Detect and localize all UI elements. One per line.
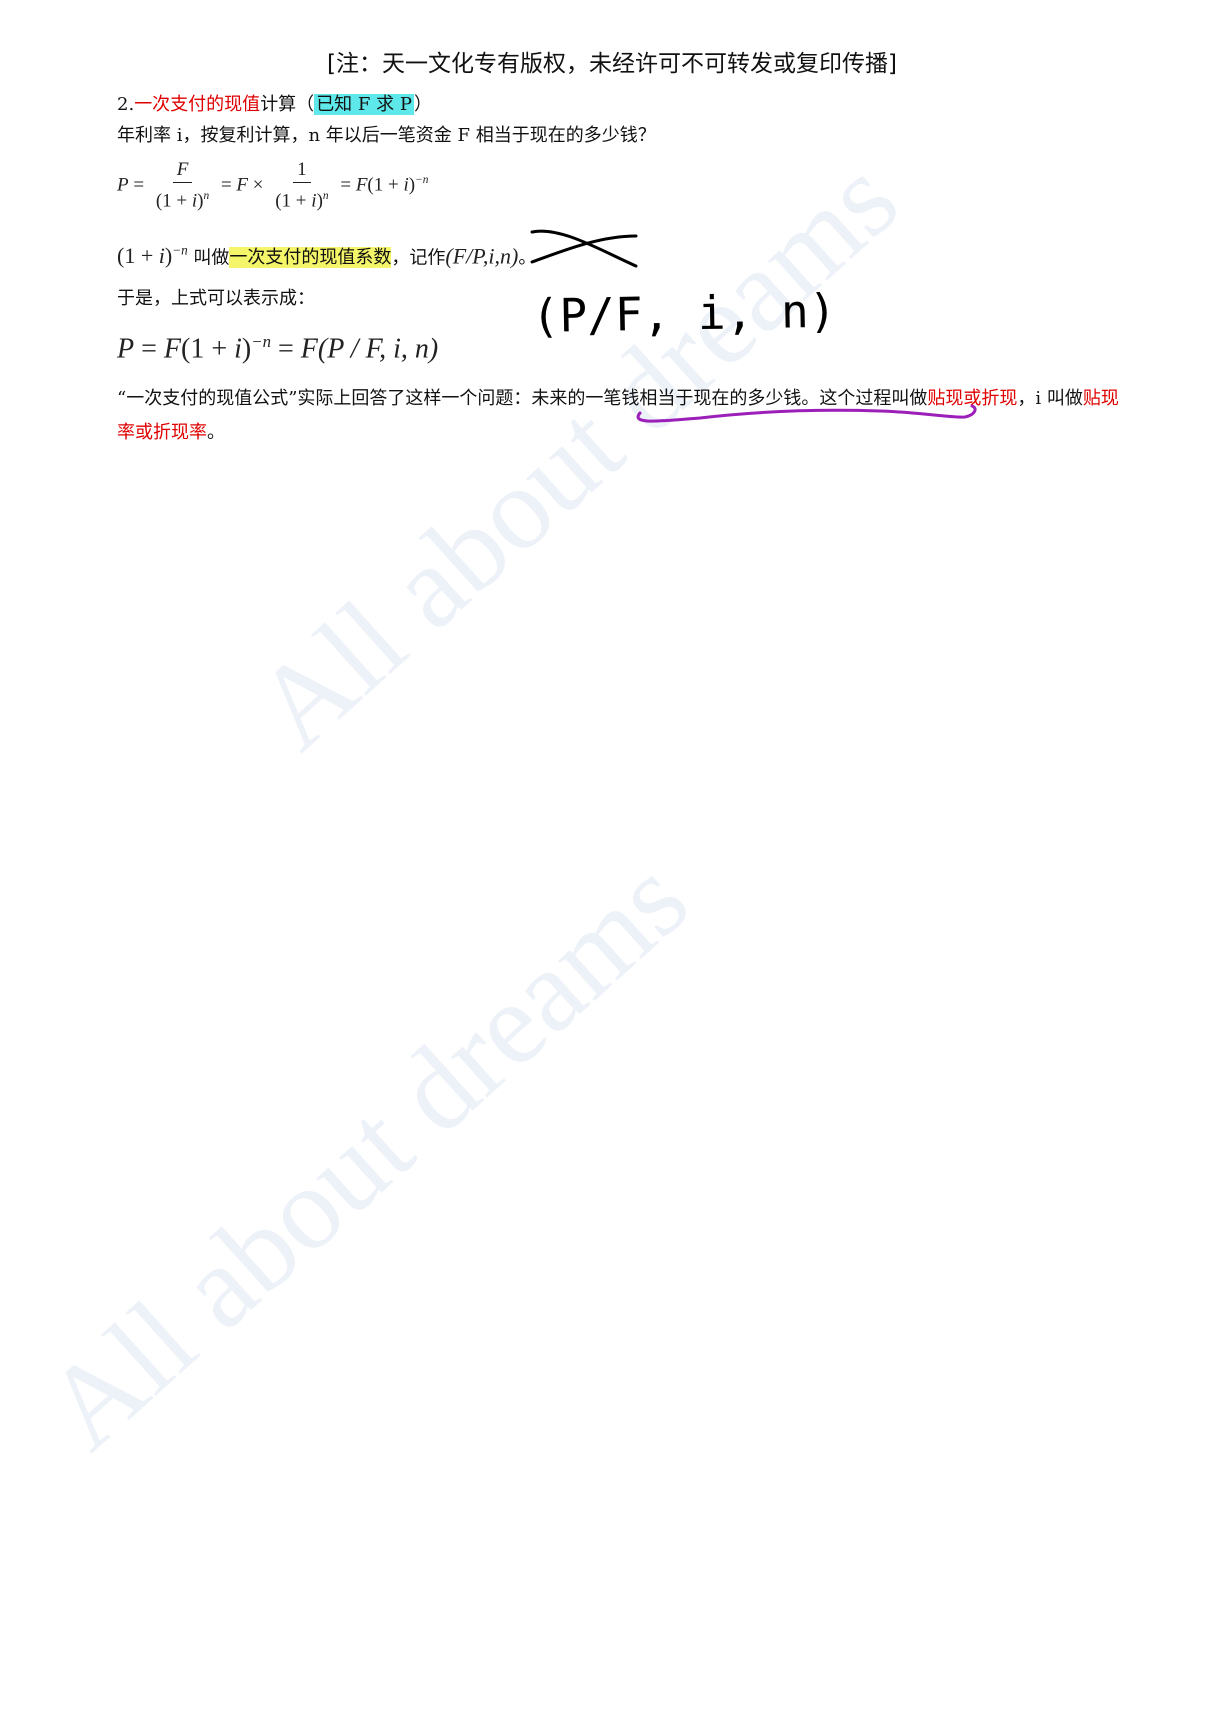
watermark: All about dreams xyxy=(230,132,922,774)
known-given-highlight: 已知 F 求 P xyxy=(314,94,414,115)
para-text: ，i 叫做 xyxy=(1017,388,1083,409)
formula-equals: = xyxy=(335,174,356,196)
f2-f: F xyxy=(163,333,182,365)
explanation-paragraph: “一次支付的现值公式”实际上回答了这样一个问题：未来的一笔钱相当于现在的多少钱。… xyxy=(117,382,1127,450)
f2-close: ) xyxy=(241,333,252,365)
fraction-numerator: F xyxy=(172,158,193,183)
expr-open: (1 + xyxy=(117,243,159,269)
f2-open: (1 + xyxy=(181,333,235,365)
so-line: 于是，上式可以表示成： xyxy=(117,288,315,309)
f2-eq: = xyxy=(134,333,164,365)
formula-present-value: P = F (1 + i)n = F × 1 (1 + i)n = F(1 + i)… xyxy=(117,152,428,214)
f2-notation: (P / F, i, n) xyxy=(317,333,439,365)
f2-eq2: = xyxy=(270,333,301,365)
para-key-phrase: 未来的一笔钱相当于现在的多少钱 xyxy=(531,388,802,409)
question-line: 年利率 i，按复利计算，n 年以后一笔资金 F 相当于现在的多少钱？ xyxy=(117,125,656,146)
term-discount: 贴 xyxy=(927,388,946,409)
fraction-denominator: (1 + i)n xyxy=(152,183,213,214)
formula-fraction-1: F (1 + i)n xyxy=(152,158,213,214)
f2-exp: −n xyxy=(251,332,271,351)
para-text: 。 xyxy=(207,422,225,443)
fraction-denominator: (1 + i)n xyxy=(271,183,332,214)
factor-period: 。 xyxy=(518,247,537,269)
handwritten-notation: (P/F, i, n) xyxy=(531,284,837,343)
formula-symbol-f: F xyxy=(355,174,368,196)
den-open: (1 + xyxy=(155,190,192,212)
copyright-note: [注：天一文化专有版权，未经许可不可转发或复印传播] xyxy=(327,51,897,77)
f2-f: F xyxy=(300,333,318,365)
formula-fraction-2: 1 (1 + i)n xyxy=(271,158,332,214)
tail-open: (1 + xyxy=(367,174,404,196)
cross-out-strokes xyxy=(530,229,638,268)
section-title-rest: 计算（ xyxy=(260,94,315,115)
factor-name-highlight: 一次支付的现值系数 xyxy=(229,247,392,269)
f2-p: P xyxy=(117,333,135,365)
formula-present-value-notation: P = F(1 + i)−n = F(P / F, i, n) xyxy=(117,322,438,369)
section-title-red: 一次支付的现值 xyxy=(134,94,261,115)
factor-expression: (1 + i)−n xyxy=(117,243,188,268)
cross-out-stroke xyxy=(530,234,638,264)
tail-exp: −n xyxy=(415,174,429,186)
para-text: “一次支付的现值公式”实际上回答了这样一个问题： xyxy=(117,388,532,409)
factor-text: 叫做 xyxy=(187,247,230,269)
formula-times: × xyxy=(248,174,269,196)
cross-out-stroke xyxy=(530,229,638,268)
section-heading: 2.一次支付的现值计算（ 已知 F 求 P） xyxy=(117,92,432,118)
factor-definition-line: (1 + i)−n 叫做一次支付的现值系数，记作(F/P,i,n)。 xyxy=(117,234,536,275)
fraction-numerator: 1 xyxy=(293,158,311,183)
expr-exp: −n xyxy=(172,243,188,258)
factor-text: ，记作 xyxy=(391,247,446,269)
den-exp: n xyxy=(322,189,329,202)
para-text: 。这个过程叫做 xyxy=(801,388,928,409)
formula-equals: = xyxy=(128,174,149,196)
crossed-out-notation: (F/P,i,n) xyxy=(445,243,519,269)
formula-symbol-f: F xyxy=(236,174,249,196)
term-discount: 现或折现 xyxy=(945,388,1018,409)
section-number: 2. xyxy=(117,94,135,115)
f2-i: i xyxy=(234,333,242,365)
den-open: (1 + xyxy=(275,190,312,212)
den-exp: n xyxy=(203,189,210,202)
close-paren: ） xyxy=(413,94,432,115)
formula-equals: = xyxy=(216,174,237,196)
watermark: All about dreams xyxy=(20,832,712,1474)
formula-symbol-p: P xyxy=(117,174,129,196)
